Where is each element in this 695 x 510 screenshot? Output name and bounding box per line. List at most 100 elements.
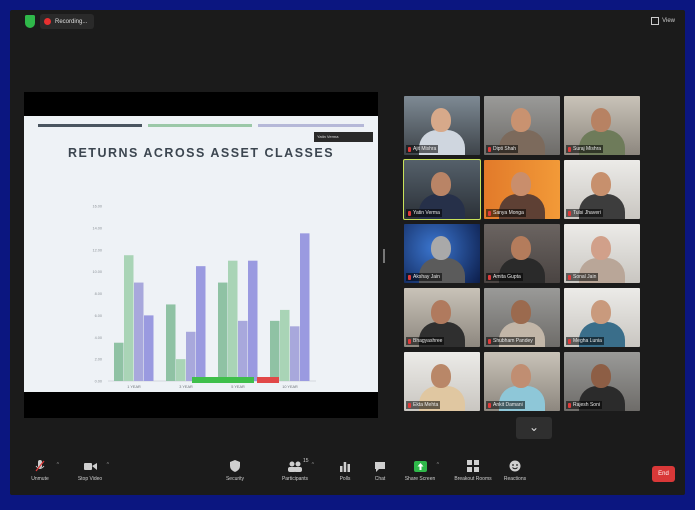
end-meeting-button[interactable]: End [652,466,675,482]
share-screen-icon [413,460,427,472]
polls-icon [338,460,352,472]
participant-tile[interactable]: Shubham Pandey [484,288,560,347]
participant-tile[interactable]: Ankit Damani [484,352,560,411]
reactions-button[interactable]: Reactions [490,452,540,495]
participant-tile[interactable]: Sonal Jain [564,224,640,283]
participant-tile[interactable]: Megha Lunia [564,288,640,347]
highlight-red-bar [257,377,279,383]
chart-bar [228,260,238,381]
chart-bar [166,304,176,381]
caret-up-icon[interactable]: ^ [107,462,109,468]
participant-name-label: Yatin Verma [406,209,442,217]
y-tick-label: 12.00 [92,248,102,252]
x-tick-label: 5 YEAR [231,385,245,389]
y-tick-label: 16.00 [92,205,102,209]
share-screen-label: Share Screen [404,476,436,482]
participant-tile[interactable]: Dipti Shah [484,96,560,155]
stop-video-button[interactable]: Stop Video ^ [65,452,115,495]
participant-tile[interactable]: Sanya Monga [484,160,560,219]
participant-tile[interactable]: Suraj Mishra [564,96,640,155]
chart-bar [186,331,196,381]
top-bar: Recording... View [10,10,685,34]
chart-bar [176,359,186,381]
participant-name: Tulsi Jhaveri [573,210,601,216]
muted-mic-icon [408,402,411,408]
participant-name-label: Megha Lunia [566,337,604,345]
x-tick-label: 3 YEAR [179,385,193,389]
y-tick-label: 10.00 [92,270,102,274]
muted-mic-icon [488,210,491,216]
participant-name-label: Tulsi Jhaveri [566,209,603,217]
security-button[interactable]: Security [210,452,260,495]
participant-name: Bhagyashree [413,338,443,344]
participant-name: Ankit Damani [493,402,523,408]
y-tick-label: 0.00 [95,380,102,384]
recording-label: Recording... [55,18,88,25]
participants-label: Participants [281,476,309,482]
y-tick-label: 2.00 [95,358,102,362]
participant-name-label: Shubham Pandey [486,337,535,345]
participant-tile[interactable]: Rajesh Soni [564,352,640,411]
participant-name: Dipti Shah [493,146,517,152]
participant-name: Ekta Mehta [413,402,439,408]
muted-mic-icon [408,338,411,344]
participant-tile[interactable]: Ekta Mehta [404,352,480,411]
recording-indicator[interactable]: Recording... [40,14,95,29]
resize-handle[interactable] [383,249,385,263]
microphone-muted-icon [33,460,47,472]
x-tick-label: 1 YEAR [127,385,141,389]
unmute-button[interactable]: Unmute ^ [15,452,65,495]
chart-bar [218,282,228,381]
participant-name-label: Sanya Monga [486,209,526,217]
security-shield-icon[interactable] [25,15,35,28]
participant-tile[interactable]: Ajit Mishra [404,96,480,155]
view-button[interactable]: View [651,17,675,25]
participant-tile[interactable]: Tulsi Jhaveri [564,160,640,219]
participant-head [591,172,611,196]
presentation-slide: Yatin Verma RETURNS ACROSS ASSET CLASSES… [24,116,378,392]
grid-view-icon [651,17,660,25]
participant-head [511,300,531,324]
share-screen-button[interactable]: Share Screen ^ [395,452,445,495]
muted-mic-icon [408,146,411,152]
participant-tile[interactable]: Akshay Jain [404,224,480,283]
participants-count: 15 [303,458,309,464]
participant-name: Megha Lunia [573,338,602,344]
breakout-rooms-icon [466,460,480,472]
people-icon [288,460,302,472]
caret-up-icon[interactable]: ^ [57,462,59,468]
chart-bar [238,320,248,381]
returns-bar-chart: 0.00 2.00 4.00 6.00 8.00 10.00 12.00 14.00 16.00… [92,205,316,389]
participant-head [431,300,451,324]
participant-name-label: Suraj Mishra [566,145,604,153]
chart-bar [124,255,134,381]
caret-up-icon[interactable]: ^ [437,462,439,468]
caret-up-icon[interactable]: ^ [312,462,314,468]
participant-name-label: Sonal Jain [566,273,599,281]
chart-bar [280,309,290,381]
shield-icon [228,460,242,472]
y-tick-label: 4.00 [95,336,102,340]
participant-name-label: Dipti Shah [486,145,519,153]
chat-bubble-icon [373,460,387,472]
chart-bar [196,266,206,381]
muted-mic-icon [568,274,571,280]
participant-head [511,108,531,132]
view-label: View [662,18,675,24]
participant-head [431,364,451,388]
shared-screen: Yatin Verma RETURNS ACROSS ASSET CLASSES… [24,92,378,418]
participants-button[interactable]: Participants 15 ^ [270,452,320,495]
muted-mic-icon [488,146,491,152]
highlight-green-bar [192,377,254,383]
participant-tile[interactable]: Bhagyashree [404,288,480,347]
participant-tile[interactable]: Yatin Verma [403,159,481,220]
participant-name: Suraj Mishra [573,146,602,152]
muted-mic-icon [568,146,571,152]
participant-tile[interactable]: Amita Gupta [484,224,560,283]
participant-name: Sonal Jain [573,274,597,280]
chart-bar [248,260,258,381]
gallery-next-page-button[interactable]: ⌄ [516,417,552,439]
participant-head [511,236,531,260]
reactions-label: Reactions [503,476,527,482]
chevron-down-icon: ⌄ [528,420,540,434]
